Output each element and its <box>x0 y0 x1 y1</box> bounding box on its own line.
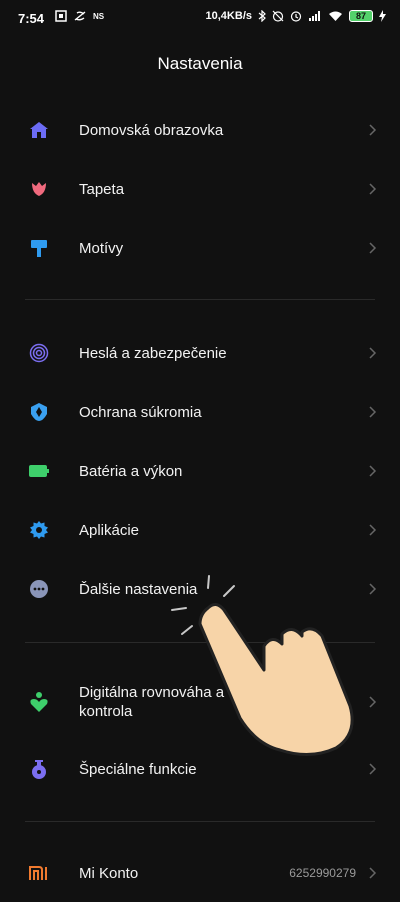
data-saver-icon <box>74 11 86 21</box>
wifi-icon <box>329 11 342 21</box>
settings-item-battery-performance[interactable]: Batéria a výkon <box>0 442 400 500</box>
page-title: Nastavenia <box>157 54 243 73</box>
chevron-right-icon <box>369 242 377 254</box>
section-divider <box>25 821 375 822</box>
section-divider <box>25 299 375 300</box>
tulip-icon <box>28 178 50 200</box>
settings-item-label: Aplikácie <box>79 521 140 539</box>
ns-badge: NS <box>93 11 105 21</box>
settings-item-label: Mi Konto <box>79 864 139 882</box>
settings-item-home-screen[interactable]: Domovská obrazovka <box>0 101 400 159</box>
settings-item-apps[interactable]: Aplikácie <box>0 501 400 559</box>
home-icon <box>28 119 50 141</box>
chevron-right-icon <box>369 867 377 879</box>
network-speed: 10,4KB/s <box>205 10 252 22</box>
mi-logo-icon <box>28 862 50 884</box>
battery-icon: 87 <box>349 10 373 22</box>
settings-item-passwords-security[interactable]: Heslá a zabezpečenie <box>0 324 400 382</box>
gear-icon <box>28 519 50 541</box>
status-bar: 7:54 NS 10,4KB/s 87 <box>0 0 400 36</box>
chevron-right-icon <box>369 465 377 477</box>
settings-item-label: Domovská obrazovka <box>79 121 224 139</box>
settings-item-privacy[interactable]: Ochrana súkromia <box>0 383 400 441</box>
alarm-off-icon <box>272 10 284 22</box>
fingerprint-icon <box>28 342 50 364</box>
chevron-right-icon <box>369 347 377 359</box>
chevron-right-icon <box>369 524 377 536</box>
settings-item-label: Ochrana súkromia <box>79 403 202 421</box>
special-features-icon <box>28 758 50 780</box>
privacy-shield-icon <box>28 401 50 423</box>
chevron-right-icon <box>369 183 377 195</box>
settings-item-label: Heslá a zabezpečenie <box>79 344 227 362</box>
more-dots-icon <box>28 578 50 600</box>
digital-wellbeing-icon <box>28 691 50 713</box>
settings-item-label: Batéria a výkon <box>79 462 183 480</box>
settings-item-label: Motívy <box>79 239 124 257</box>
signal-icon <box>309 11 320 21</box>
paint-roller-icon <box>28 237 50 259</box>
status-time: 7:54 <box>18 11 45 26</box>
settings-item-themes[interactable]: Motívy <box>0 219 400 277</box>
chevron-right-icon <box>369 124 377 136</box>
settings-item-label: Tapeta <box>79 180 125 198</box>
sim-icon <box>55 10 67 22</box>
settings-item-mi-account[interactable]: Mi Konto 6252990279 <box>0 844 400 902</box>
settings-item-wallpaper[interactable]: Tapeta <box>0 160 400 218</box>
tap-hand-icon <box>171 575 354 756</box>
battery-performance-icon <box>28 460 50 482</box>
charging-icon <box>379 10 386 22</box>
bluetooth-icon <box>258 10 266 22</box>
chevron-right-icon <box>369 406 377 418</box>
account-id: 6252990279 <box>289 866 356 880</box>
alarm-icon <box>290 11 302 22</box>
